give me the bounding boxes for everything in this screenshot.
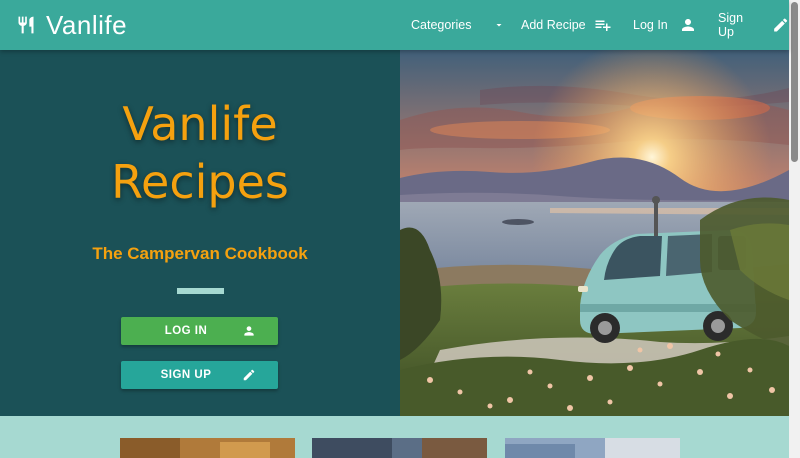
recipe-card-thumbnail[interactable] bbox=[120, 438, 295, 458]
nav-categories-dropdown[interactable]: Categories bbox=[411, 18, 505, 32]
restaurant-icon bbox=[18, 16, 34, 34]
hero-subtitle: The Campervan Cookbook bbox=[92, 244, 308, 263]
person-icon bbox=[244, 326, 254, 336]
caret-down-icon bbox=[496, 24, 502, 27]
scrollbar-thumb[interactable] bbox=[791, 2, 798, 162]
hero-divider bbox=[177, 288, 224, 294]
hero-title-line2: Recipes bbox=[111, 155, 289, 209]
brand-logo-link[interactable]: Vanlife bbox=[16, 0, 127, 50]
page-scrollbar[interactable] bbox=[789, 0, 800, 458]
nav-add-recipe-label: Add Recipe bbox=[521, 18, 586, 32]
hero-title: Vanlife Recipes bbox=[0, 95, 400, 211]
recipe-card-image bbox=[120, 438, 295, 458]
person-icon bbox=[681, 19, 694, 31]
nav-sign-up-label: Sign Up bbox=[718, 11, 744, 39]
hero-signup-button[interactable]: SIGN UP bbox=[121, 361, 278, 389]
brand-name: Vanlife bbox=[46, 9, 128, 40]
nav-add-recipe[interactable]: Add Recipe bbox=[521, 16, 612, 34]
campervan-sunset-photo bbox=[400, 50, 789, 416]
nav-log-in-label: Log In bbox=[633, 18, 668, 32]
nav-categories-label: Categories bbox=[411, 18, 472, 32]
recipe-card-image bbox=[312, 438, 487, 458]
hero-login-label: LOG IN bbox=[164, 325, 208, 337]
pencil-icon bbox=[773, 18, 787, 32]
hero-panel: Vanlife Recipes The Campervan Cookbook L… bbox=[0, 50, 400, 416]
hero-signup-label: SIGN UP bbox=[160, 369, 212, 381]
hero-login-button[interactable]: LOG IN bbox=[121, 317, 278, 345]
recipe-card-thumbnail[interactable] bbox=[312, 438, 487, 458]
recipe-cards-strip bbox=[0, 416, 789, 458]
nav-log-in[interactable]: Log In bbox=[633, 16, 697, 34]
nav-sign-up[interactable]: Sign Up bbox=[718, 11, 789, 39]
hero-image-campervan-sunset bbox=[400, 50, 789, 416]
recipe-card-thumbnail[interactable] bbox=[505, 438, 680, 458]
top-navbar: Vanlife Categories Add Recipe Log In Sig… bbox=[0, 0, 789, 50]
hero-title-line1: Vanlife bbox=[122, 97, 278, 151]
pencil-icon bbox=[243, 369, 255, 381]
playlist-add-icon bbox=[595, 20, 611, 31]
recipe-card-image bbox=[505, 438, 680, 458]
